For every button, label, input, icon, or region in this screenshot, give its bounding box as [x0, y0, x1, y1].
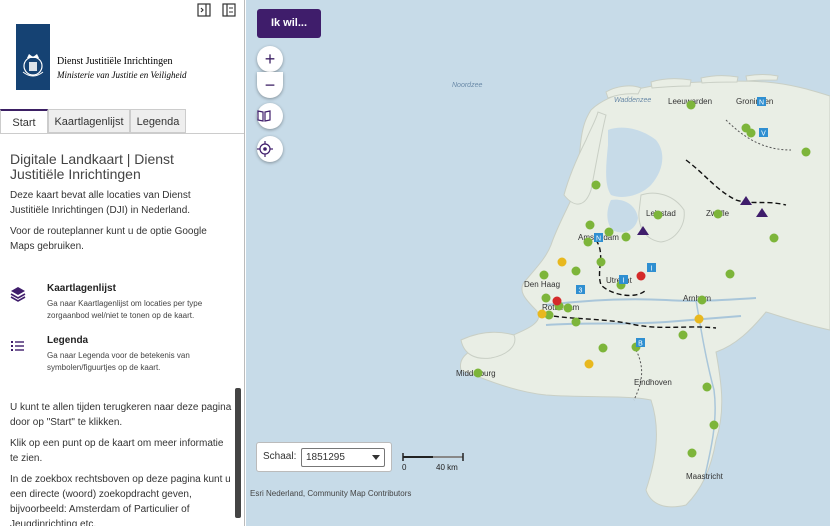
blue-square-marker[interactable]: V: [759, 128, 768, 138]
green-marker[interactable]: [697, 295, 707, 305]
tab-legenda[interactable]: Legenda: [130, 109, 186, 133]
tab-kaartlagenlijst[interactable]: Kaartlagenlijst: [48, 109, 130, 133]
green-marker[interactable]: [702, 382, 712, 392]
tab-divider: [0, 133, 244, 134]
blue-square-marker[interactable]: B: [636, 338, 645, 348]
green-marker[interactable]: [687, 448, 697, 458]
start-content: Digitale Landkaart | Dienst Justitiële I…: [10, 152, 232, 260]
collapse-panel-icon[interactable]: [197, 3, 211, 17]
routeplanner-text: Voor de routeplanner kunt u de optie Goo…: [10, 226, 207, 252]
green-marker[interactable]: [709, 420, 719, 430]
org-subtitle: Ministerie van Justitie en Veiligheid: [57, 70, 187, 80]
legend-list-icon: [11, 341, 24, 351]
blue-square-marker[interactable]: N: [594, 233, 603, 243]
search-text: In de zoekbox rechtsboven op deze pagina…: [10, 474, 231, 526]
svg-text:V: V: [761, 131, 766, 138]
bookmarks-button[interactable]: [257, 103, 283, 129]
green-marker[interactable]: [621, 232, 631, 242]
purple-triangle-marker[interactable]: [637, 226, 649, 235]
green-marker[interactable]: [801, 147, 811, 157]
green-marker[interactable]: [598, 343, 608, 353]
yellow-marker[interactable]: [537, 309, 547, 319]
blue-square-marker[interactable]: I: [647, 263, 656, 273]
intro-text: Deze kaart bevat alle locaties van Diens…: [10, 190, 191, 216]
purple-triangle-marker[interactable]: [756, 208, 768, 217]
org-name: Dienst Justitiële Inrichtingen: [57, 56, 173, 67]
svg-text:I: I: [623, 278, 625, 285]
svg-text:I: I: [651, 266, 653, 273]
locate-icon: [257, 141, 273, 157]
green-marker[interactable]: [571, 317, 581, 327]
feature-title: Kaartlagenlijst: [47, 283, 116, 294]
green-marker[interactable]: [686, 100, 696, 110]
green-marker[interactable]: [473, 368, 483, 378]
yellow-marker[interactable]: [584, 359, 594, 369]
scalebar-end: 40 km: [436, 463, 458, 472]
crest-icon: [22, 54, 44, 77]
green-marker[interactable]: [591, 180, 601, 190]
blue-square-marker[interactable]: 3: [576, 285, 585, 295]
return-text: U kunt te allen tijden terugkeren naar d…: [10, 402, 232, 428]
page-title: Digitale Landkaart | Dienst Justitiële I…: [10, 151, 174, 182]
book-icon: [257, 110, 271, 122]
svg-text:3: 3: [579, 288, 583, 295]
scale-dropdown[interactable]: 1851295: [301, 448, 385, 467]
green-marker[interactable]: [539, 270, 549, 280]
green-marker[interactable]: [746, 128, 756, 138]
svg-text:N: N: [759, 100, 764, 107]
logo-emblem: [16, 24, 50, 90]
expand-panel-icon[interactable]: [222, 3, 236, 17]
zoom-out-icon: −: [264, 75, 276, 95]
locate-button[interactable]: [257, 136, 283, 162]
zoom-in-button[interactable]: +: [257, 46, 283, 72]
zoom-out-button[interactable]: −: [257, 72, 283, 98]
green-marker[interactable]: [604, 227, 614, 237]
green-marker[interactable]: [596, 257, 606, 267]
scalebar: [402, 453, 464, 461]
scalebar-start: 0: [402, 463, 407, 472]
click-text: Klik op een punt op de kaart om meer inf…: [10, 438, 224, 464]
sidebar-panel: Dienst Justitiële Inrichtingen Ministeri…: [0, 0, 245, 526]
zoom-in-icon: +: [264, 49, 276, 69]
green-marker[interactable]: [769, 233, 779, 243]
yellow-marker[interactable]: [694, 314, 704, 324]
green-marker[interactable]: [713, 209, 723, 219]
layers-icon: [10, 287, 26, 302]
help-text: U kunt te allen tijden terugkeren naar d…: [10, 400, 232, 526]
red-marker[interactable]: [636, 271, 646, 281]
green-marker[interactable]: [571, 266, 581, 276]
scale-value: 1851295: [306, 452, 345, 463]
ik-wil-button[interactable]: Ik wil...: [257, 9, 321, 38]
svg-text:N: N: [596, 236, 601, 243]
scale-label: Schaal:: [263, 451, 297, 462]
feature-description: Ga naar Legenda voor de betekenis van sy…: [47, 351, 190, 372]
map-attribution: Esri Nederland, Community Map Contributo…: [250, 489, 412, 498]
red-marker[interactable]: [552, 296, 562, 306]
tab-bar: Start Kaartlagenlijst Legenda: [0, 109, 244, 134]
tab-start[interactable]: Start: [0, 109, 48, 133]
green-marker[interactable]: [563, 303, 573, 313]
feature-title: Legenda: [47, 335, 89, 346]
blue-square-marker[interactable]: I: [619, 275, 628, 285]
green-marker[interactable]: [583, 237, 593, 247]
map-view[interactable]: Noordzee Waddenzee Leeuwarden Groningen …: [246, 0, 830, 526]
scale-selector: Schaal: 1851295: [256, 442, 392, 472]
green-marker[interactable]: [653, 210, 663, 220]
purple-triangle-marker[interactable]: [740, 196, 752, 205]
svg-text:B: B: [638, 341, 643, 348]
green-marker[interactable]: [541, 293, 551, 303]
scrollbar[interactable]: [235, 388, 241, 518]
yellow-marker[interactable]: [557, 257, 567, 267]
green-marker[interactable]: [725, 269, 735, 279]
green-marker[interactable]: [678, 330, 688, 340]
feature-description: Ga naar Kaartlagenlijst om locaties per …: [47, 299, 203, 320]
green-marker[interactable]: [585, 220, 595, 230]
blue-square-marker[interactable]: N: [757, 97, 766, 107]
chevron-down-icon: [372, 455, 380, 460]
